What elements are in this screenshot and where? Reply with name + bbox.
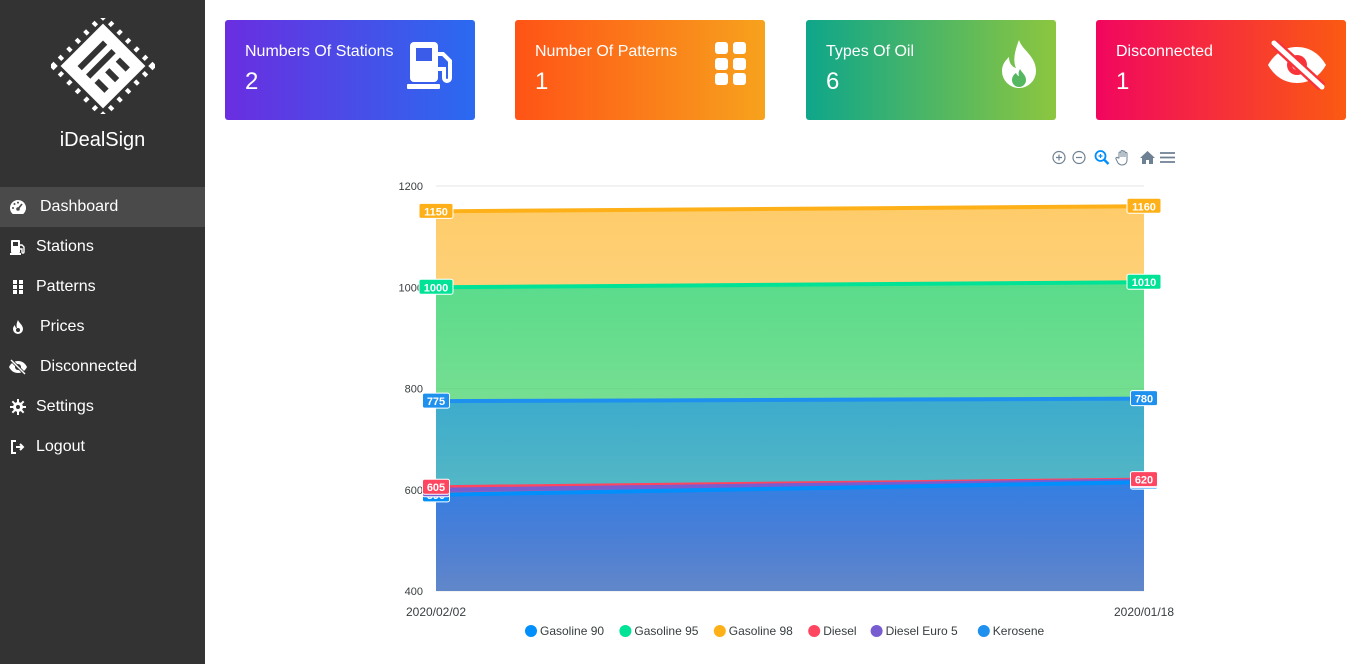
data-label: 1160 bbox=[1132, 201, 1156, 213]
legend-item[interactable]: Kerosene bbox=[977, 624, 1045, 638]
legend-marker bbox=[870, 625, 883, 637]
data-label: 775 bbox=[427, 396, 445, 408]
data-label: 780 bbox=[1135, 394, 1153, 406]
legend-label: Kerosene bbox=[993, 624, 1045, 638]
legend-item[interactable]: Gasoline 90 bbox=[525, 624, 604, 638]
data-label: 605 bbox=[427, 482, 445, 494]
legend-item[interactable]: Gasoline 98 bbox=[713, 624, 793, 638]
legend-label: Diesel bbox=[823, 624, 856, 638]
legend-marker bbox=[619, 625, 632, 637]
data-label: 620 bbox=[1135, 475, 1153, 487]
legend-marker bbox=[525, 625, 537, 637]
series-line bbox=[435, 396, 1145, 404]
legend-marker bbox=[713, 625, 726, 637]
data-label: 1150 bbox=[424, 206, 448, 218]
y-tick-label: 400 bbox=[405, 586, 423, 598]
legend-item[interactable]: Diesel bbox=[808, 624, 857, 638]
legend-item[interactable]: Gasoline 95 bbox=[619, 624, 699, 638]
legend-marker bbox=[977, 625, 990, 637]
legend-label: Gasoline 95 bbox=[634, 624, 698, 638]
price-area-chart: 400600800100012002020/02/022020/01/18 59… bbox=[399, 181, 1175, 638]
data-label: 1010 bbox=[1132, 277, 1156, 289]
legend-label: Diesel Euro 5 bbox=[886, 624, 958, 638]
area-series bbox=[436, 482, 1144, 591]
legend-label: Gasoline 90 bbox=[540, 624, 604, 638]
chart-legend: Gasoline 90 Gasoline 95 Gasoline 98 Diesel D… bbox=[525, 624, 1044, 638]
data-label: 1000 bbox=[424, 282, 448, 294]
legend-marker bbox=[808, 625, 821, 637]
y-tick-label: 1200 bbox=[399, 181, 423, 193]
y-tick-label: 600 bbox=[405, 485, 423, 497]
legend-item[interactable]: Diesel Euro 5 bbox=[870, 624, 958, 638]
x-tick-label: 2020/02/02 bbox=[406, 605, 466, 619]
legend-label: Gasoline 98 bbox=[729, 624, 793, 638]
x-tick-label: 2020/01/18 bbox=[1114, 605, 1174, 619]
y-tick-label: 800 bbox=[405, 384, 423, 396]
